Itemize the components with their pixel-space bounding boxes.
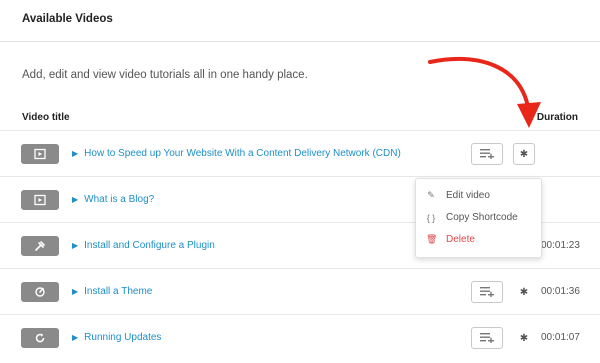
video-duration: 00:01:36	[541, 286, 580, 297]
video-title-link[interactable]: ▶ What is a Blog?	[72, 194, 154, 205]
play-box-icon	[34, 194, 46, 206]
video-thumbnail[interactable]	[21, 144, 59, 164]
settings-gear-button[interactable]: ✱	[513, 143, 535, 165]
gear-icon: ✱	[519, 148, 529, 160]
table-row: ▶ Running Updates ✱ 00:01:07	[0, 314, 600, 360]
video-title-link[interactable]: ▶ Running Updates	[72, 332, 161, 343]
table-row: ▶ Install a Theme ✱ 00:01:36	[0, 268, 600, 314]
copy-shortcode-menu-item[interactable]: { } Copy Shortcode	[426, 212, 518, 223]
video-thumbnail[interactable]	[21, 236, 59, 256]
plugin-icon	[35, 241, 45, 251]
refresh-icon	[35, 333, 45, 343]
code-braces-icon: { }	[426, 212, 436, 223]
page-header: Available Videos	[0, 0, 600, 42]
video-thumbnail[interactable]	[21, 328, 59, 348]
pencil-icon: ✎	[427, 190, 435, 200]
play-box-icon	[34, 148, 46, 160]
video-title-link[interactable]: ▶ Install a Theme	[72, 286, 152, 297]
column-header-title: Video title	[22, 112, 70, 123]
gear-icon: ✱	[519, 286, 529, 298]
video-duration: 00:01:07	[541, 332, 580, 343]
video-duration: 00:01:23	[541, 240, 580, 251]
add-to-list-button[interactable]	[471, 327, 503, 349]
delete-menu-item[interactable]: 🗑 Delete	[426, 234, 475, 245]
gear-icon: ✱	[519, 332, 529, 344]
play-triangle-icon: ▶	[72, 287, 79, 296]
video-actions-dropdown: ✎ Edit video { } Copy Shortcode 🗑 Delete	[415, 178, 542, 258]
trash-icon: 🗑	[426, 234, 438, 244]
red-arrow-icon	[428, 57, 541, 128]
play-triangle-icon: ▶	[72, 333, 79, 342]
table-row: ▶ How to Speed up Your Website With a Con…	[0, 130, 600, 176]
settings-gear-button[interactable]: ✱	[515, 329, 533, 347]
video-thumbnail[interactable]	[21, 282, 59, 302]
theme-brush-icon	[35, 287, 45, 297]
playlist-add-icon	[480, 149, 494, 159]
play-triangle-icon: ▶	[72, 149, 79, 158]
add-to-list-button[interactable]	[471, 143, 503, 165]
playlist-add-icon	[480, 333, 494, 343]
play-triangle-icon: ▶	[72, 241, 79, 250]
video-title-link[interactable]: ▶ How to Speed up Your Website With a Con…	[72, 148, 401, 159]
add-to-list-button[interactable]	[471, 281, 503, 303]
play-triangle-icon: ▶	[72, 195, 79, 204]
video-thumbnail[interactable]	[21, 190, 59, 210]
page-title: Available Videos	[22, 13, 113, 25]
video-title-link[interactable]: ▶ Install and Configure a Plugin	[72, 240, 215, 251]
edit-video-menu-item[interactable]: ✎ Edit video	[426, 190, 490, 201]
page-description: Add, edit and view video tutorials all i…	[22, 69, 308, 81]
settings-gear-button[interactable]: ✱	[515, 283, 533, 301]
playlist-add-icon	[480, 287, 494, 297]
